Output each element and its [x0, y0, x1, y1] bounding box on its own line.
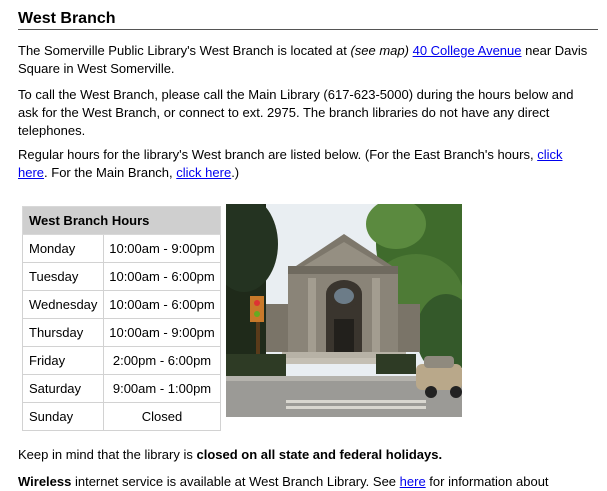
- holiday-paragraph: Keep in mind that the library is closed …: [18, 446, 593, 464]
- hours-cell: Closed: [103, 402, 221, 431]
- hours-intro-text: Regular hours for the library's West bra…: [18, 147, 538, 162]
- hours-cell: 10:00am - 9:00pm: [103, 318, 221, 347]
- table-row: Thursday 10:00am - 9:00pm: [22, 318, 221, 347]
- library-building-photo: [226, 204, 462, 417]
- page-title: West Branch: [18, 0, 598, 30]
- intro-text: The Somerville Public Library's West Bra…: [18, 43, 351, 58]
- day-cell: Wednesday: [22, 290, 104, 319]
- west-branch-photo: [226, 204, 462, 417]
- west-branch-page: West Branch The Somerville Public Librar…: [18, 0, 598, 489]
- day-cell: Friday: [22, 346, 104, 375]
- hours-middle-text: . For the Main Branch,: [44, 165, 177, 180]
- hours-cell: 10:00am - 6:00pm: [103, 290, 221, 319]
- hours-table: West Branch Hours Monday 10:00am - 9:00p…: [22, 206, 221, 431]
- intro-paragraph: The Somerville Public Library's West Bra…: [18, 42, 593, 78]
- day-cell: Tuesday: [22, 262, 104, 291]
- holiday-text: Keep in mind that the library is: [18, 447, 197, 462]
- hours-paragraph: Regular hours for the library's West bra…: [18, 146, 593, 182]
- wireless-bold-text: Wireless: [18, 474, 72, 489]
- day-cell: Sunday: [22, 402, 104, 431]
- holiday-bold-text: closed on all state and federal holidays…: [196, 447, 443, 462]
- wireless-text-end: for information about: [425, 474, 549, 489]
- table-row: Sunday Closed: [22, 402, 221, 431]
- day-cell: Thursday: [22, 318, 104, 347]
- hours-cell: 9:00am - 1:00pm: [103, 374, 221, 403]
- day-cell: Monday: [22, 234, 104, 263]
- hours-cell: 10:00am - 6:00pm: [103, 262, 221, 291]
- table-row: Tuesday 10:00am - 6:00pm: [22, 262, 221, 291]
- wireless-paragraph: Wireless internet service is available a…: [18, 473, 593, 491]
- main-branch-hours-link[interactable]: click here: [176, 165, 231, 180]
- hours-cell: 10:00am - 9:00pm: [103, 234, 221, 263]
- phone-paragraph: To call the West Branch, please call the…: [18, 87, 574, 138]
- hours-table-header: West Branch Hours: [22, 206, 221, 235]
- address-link[interactable]: 40 College Avenue: [413, 43, 522, 58]
- table-row: Friday 2:00pm - 6:00pm: [22, 346, 221, 375]
- wireless-info-link[interactable]: here: [400, 474, 426, 489]
- hours-end-text: .): [231, 165, 240, 180]
- table-row: Wednesday 10:00am - 6:00pm: [22, 290, 221, 319]
- day-cell: Saturday: [22, 374, 104, 403]
- table-row: Saturday 9:00am - 1:00pm: [22, 374, 221, 403]
- table-row: Monday 10:00am - 9:00pm: [22, 234, 221, 263]
- wireless-text: internet service is available at West Br…: [71, 474, 400, 489]
- hours-cell: 2:00pm - 6:00pm: [103, 346, 221, 375]
- see-map-note: (see map): [350, 43, 409, 58]
